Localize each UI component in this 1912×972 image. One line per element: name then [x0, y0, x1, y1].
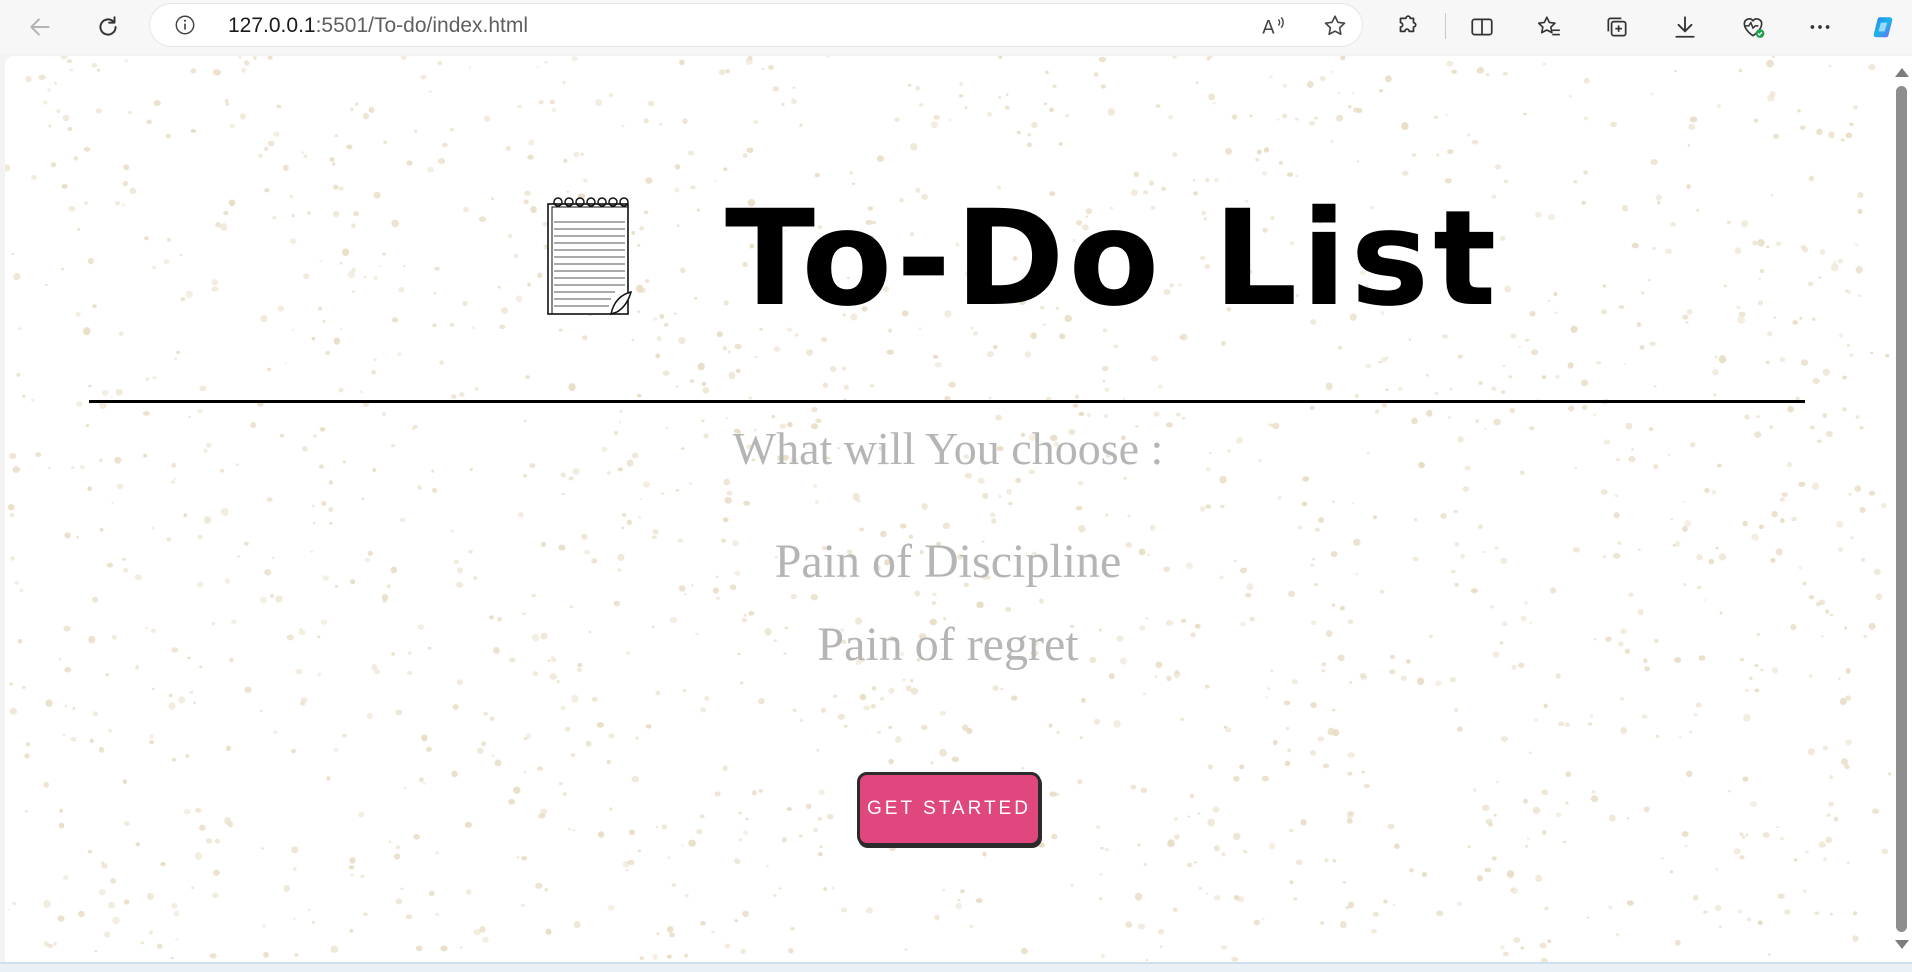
- window-bottom-edge: [0, 962, 1912, 972]
- header: To-Do List: [5, 184, 1891, 334]
- svg-text:A: A: [1262, 18, 1275, 39]
- browser-essentials-button[interactable]: [1735, 9, 1771, 45]
- downloads-button[interactable]: [1667, 9, 1703, 45]
- read-aloud-icon[interactable]: A: [1260, 13, 1286, 39]
- back-button[interactable]: [22, 9, 58, 45]
- get-started-button[interactable]: GET STARTED: [857, 772, 1041, 846]
- puzzle-icon: [1399, 15, 1417, 33]
- collections-button[interactable]: [1599, 9, 1635, 45]
- choice-discipline: Pain of Discipline: [774, 535, 1122, 588]
- notepad-icon: [547, 197, 633, 316]
- back-arrow-icon: [30, 18, 50, 36]
- copilot-icon: [1873, 17, 1893, 38]
- more-button[interactable]: [1802, 9, 1838, 45]
- scroll-down-arrow-icon[interactable]: [1895, 940, 1909, 949]
- address-bar[interactable]: 127.0.0.1:5501/To-do/index.html A: [150, 4, 1362, 46]
- url-host: 127.0.0.1: [228, 14, 316, 37]
- favorites-icon: [1537, 16, 1560, 36]
- favorites-button[interactable]: [1531, 9, 1567, 45]
- split-screen-button[interactable]: [1464, 9, 1500, 45]
- info-icon[interactable]: [174, 14, 196, 36]
- page-viewport: To-Do List What will You choose : Pain o…: [5, 56, 1891, 962]
- copilot-button[interactable]: [1866, 9, 1902, 45]
- collections-icon: [1607, 17, 1627, 37]
- vertical-scrollbar[interactable]: [1891, 56, 1912, 962]
- url-path: :5501/To-do/index.html: [315, 14, 529, 37]
- extensions-button[interactable]: [1389, 9, 1425, 45]
- title-divider: [89, 400, 1805, 403]
- star-icon[interactable]: [1322, 13, 1348, 39]
- toolbar-separator: [1445, 13, 1446, 39]
- url-text[interactable]: 127.0.0.1:5501/To-do/index.html: [228, 14, 528, 38]
- choice-question: What will You choose :: [732, 423, 1164, 474]
- split-screen-icon: [1471, 18, 1493, 36]
- page-content: To-Do List What will You choose : Pain o…: [5, 56, 1891, 962]
- refresh-icon: [99, 16, 117, 36]
- more-icon: [1810, 25, 1830, 29]
- browser-toolbar: 127.0.0.1:5501/To-do/index.html A: [0, 0, 1912, 54]
- page-title: To-Do List: [725, 182, 1501, 336]
- scroll-thumb[interactable]: [1896, 86, 1907, 932]
- scroll-up-arrow-icon[interactable]: [1895, 68, 1909, 77]
- choice-regret: Pain of regret: [817, 618, 1079, 671]
- download-icon: [1675, 16, 1695, 38]
- heart-pulse-icon: [1743, 18, 1765, 38]
- refresh-button[interactable]: [90, 9, 126, 45]
